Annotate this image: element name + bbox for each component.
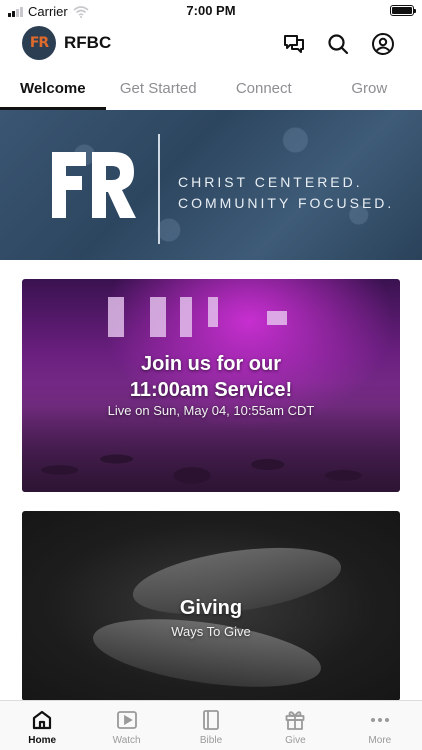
book-icon xyxy=(200,709,222,731)
hero-tagline: CHRIST CENTERED. COMMUNITY FOCUSED. xyxy=(178,172,394,214)
search-icon[interactable] xyxy=(325,31,351,57)
nav-give-label: Give xyxy=(285,735,306,746)
service-card-title-line2: 11:00am Service! xyxy=(129,379,293,401)
status-time: 7:00 PM xyxy=(186,3,236,18)
nav-watch-label: Watch xyxy=(112,735,141,746)
hero-tagline-line1: CHRIST CENTERED. xyxy=(178,174,363,190)
app-title: RFBC xyxy=(64,33,112,52)
tab-connect[interactable]: Connect xyxy=(211,68,317,110)
service-card-subtitle: Live on Sun, May 04, 10:55am CDT xyxy=(107,403,315,418)
nav-home-label: Home xyxy=(28,735,57,746)
nav-give[interactable]: Give xyxy=(253,701,337,750)
service-card-title-line1: Join us for our xyxy=(141,353,281,375)
tab-welcome[interactable]: Welcome xyxy=(0,68,106,110)
hero-divider xyxy=(158,134,160,244)
church-logo[interactable]: FR xyxy=(22,26,56,60)
account-icon[interactable] xyxy=(370,31,396,57)
more-icon xyxy=(369,709,391,731)
giving-card-title: Giving xyxy=(179,597,243,619)
tab-grow[interactable]: Grow xyxy=(317,68,422,110)
hero-tagline-line2: COMMUNITY FOCUSED. xyxy=(178,195,395,211)
service-card[interactable]: Join us for our 11:00am Service! Live on… xyxy=(22,279,400,492)
nav-more[interactable]: More xyxy=(338,701,422,750)
status-bar: Carrier 7:00 PM xyxy=(0,0,422,22)
nav-bible-label: Bible xyxy=(199,735,223,746)
giving-card[interactable]: Giving Ways To Give xyxy=(22,511,400,701)
play-icon xyxy=(116,709,138,731)
gift-icon xyxy=(284,709,306,731)
nav-home[interactable]: Home xyxy=(0,701,84,750)
battery-icon xyxy=(390,5,416,16)
hero-banner[interactable]: CHRIST CENTERED. COMMUNITY FOCUSED. xyxy=(0,110,422,260)
logo-text: FR xyxy=(29,35,49,51)
home-icon xyxy=(31,709,53,731)
tab-bar: Welcome Get Started Connect Grow xyxy=(0,68,422,110)
bottom-nav: Home Watch Bible Give More xyxy=(0,700,422,750)
nav-bible[interactable]: Bible xyxy=(169,701,253,750)
nav-watch[interactable]: Watch xyxy=(84,701,168,750)
chat-icon[interactable] xyxy=(281,31,307,57)
nav-more-label: More xyxy=(368,735,392,746)
church-logo-mark xyxy=(52,152,136,218)
tab-get-started[interactable]: Get Started xyxy=(106,68,212,110)
giving-card-subtitle: Ways To Give xyxy=(171,624,251,639)
app-header: FR RFBC xyxy=(0,22,422,66)
